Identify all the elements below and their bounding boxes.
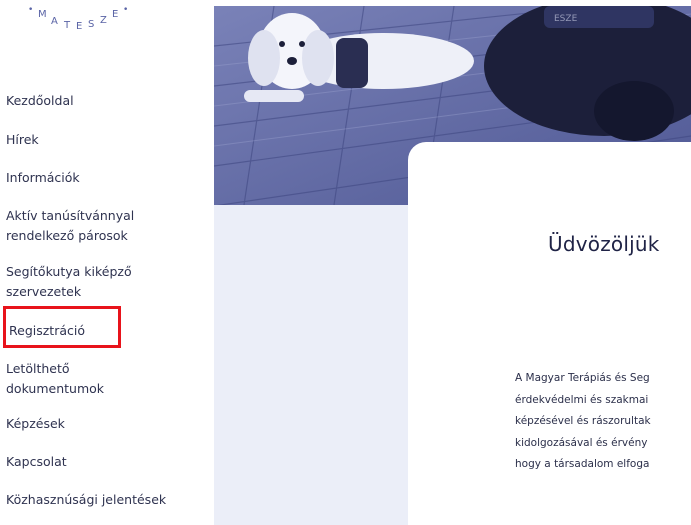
sidebar-item-label: Információk: [6, 170, 80, 185]
intro-text-line: A Magyar Terápiás és Seg: [515, 372, 650, 384]
sidebar-item-letoltheto-dokumentumok[interactable]: Letölthető dokumentumok: [6, 359, 206, 399]
logo-letter: T: [63, 20, 71, 31]
logo-dot-left: •: [28, 5, 33, 15]
intro-text-line: képzésével és rászorultak: [515, 415, 651, 427]
logo-letter: S: [88, 19, 94, 30]
sidebar-item-label: Közhasznúsági jelentések: [6, 492, 167, 507]
intro-text-line: érdekvédelmi és szakmai: [515, 393, 649, 406]
sidebar-item-label: Regisztráció: [9, 323, 85, 338]
sidebar-item-label: Hírek: [6, 132, 39, 147]
logo-letter: Z: [100, 15, 107, 26]
sidebar-item-label-line2: dokumentumok: [6, 381, 105, 396]
sidebar-item-hirek[interactable]: Hírek: [6, 130, 206, 150]
sidebar-item-label: Képzések: [6, 416, 65, 431]
sidebar-item-label: Kapcsolat: [6, 454, 67, 469]
sidebar-item-regisztracio[interactable]: Regisztráció: [3, 306, 121, 348]
sidebar: • M A T E S Z E • Kezdőoldal Hírek Infor…: [0, 0, 214, 525]
sidebar-item-informaciok[interactable]: Információk: [6, 168, 206, 188]
sidebar-item-aktiv-parosok[interactable]: Aktív tanúsítvánnyal rendelkező párosok: [6, 206, 206, 246]
svg-text:ESZE: ESZE: [554, 14, 578, 24]
logo-dot-right: •: [123, 5, 128, 15]
logo-letter: A: [51, 16, 58, 27]
sidebar-item-kozhasznusagi-jelentesek[interactable]: Közhasznúsági jelentések: [6, 490, 206, 510]
welcome-card: Üdvözöljük A Magyar Terápiás és Seg érde…: [408, 142, 691, 525]
sidebar-item-label-line1: Letölthető: [6, 361, 70, 376]
intro-text: A Magyar Terápiás és Seg érdekvédelmi és…: [515, 368, 691, 476]
logo-letter: E: [112, 9, 118, 20]
logo-letter: M: [38, 9, 47, 20]
page-title: Üdvözöljük: [548, 232, 660, 256]
sidebar-item-kezdooldal[interactable]: Kezdőoldal: [6, 91, 206, 111]
sidebar-item-kikepzo-szervezetek[interactable]: Segítőkutya kiképző szervezetek: [6, 262, 206, 302]
sidebar-item-label: Kezdőoldal: [6, 93, 74, 108]
sidebar-item-label-line2: rendelkező párosok: [6, 228, 128, 243]
sidebar-item-kapcsolat[interactable]: Kapcsolat: [6, 452, 206, 472]
logo-letter: E: [76, 21, 82, 32]
sidebar-item-kepzesek[interactable]: Képzések: [6, 414, 206, 434]
intro-text-line: kidolgozásával és érvény: [515, 436, 648, 449]
sidebar-item-label-line2: szervezetek: [6, 284, 82, 299]
sidebar-item-label-line1: Segítőkutya kiképző: [6, 264, 132, 279]
sidebar-item-label-line1: Aktív tanúsítvánnyal: [6, 208, 135, 223]
intro-text-line: hogy a társadalom elfoga: [515, 458, 650, 470]
logo[interactable]: • M A T E S Z E •: [20, 2, 160, 42]
